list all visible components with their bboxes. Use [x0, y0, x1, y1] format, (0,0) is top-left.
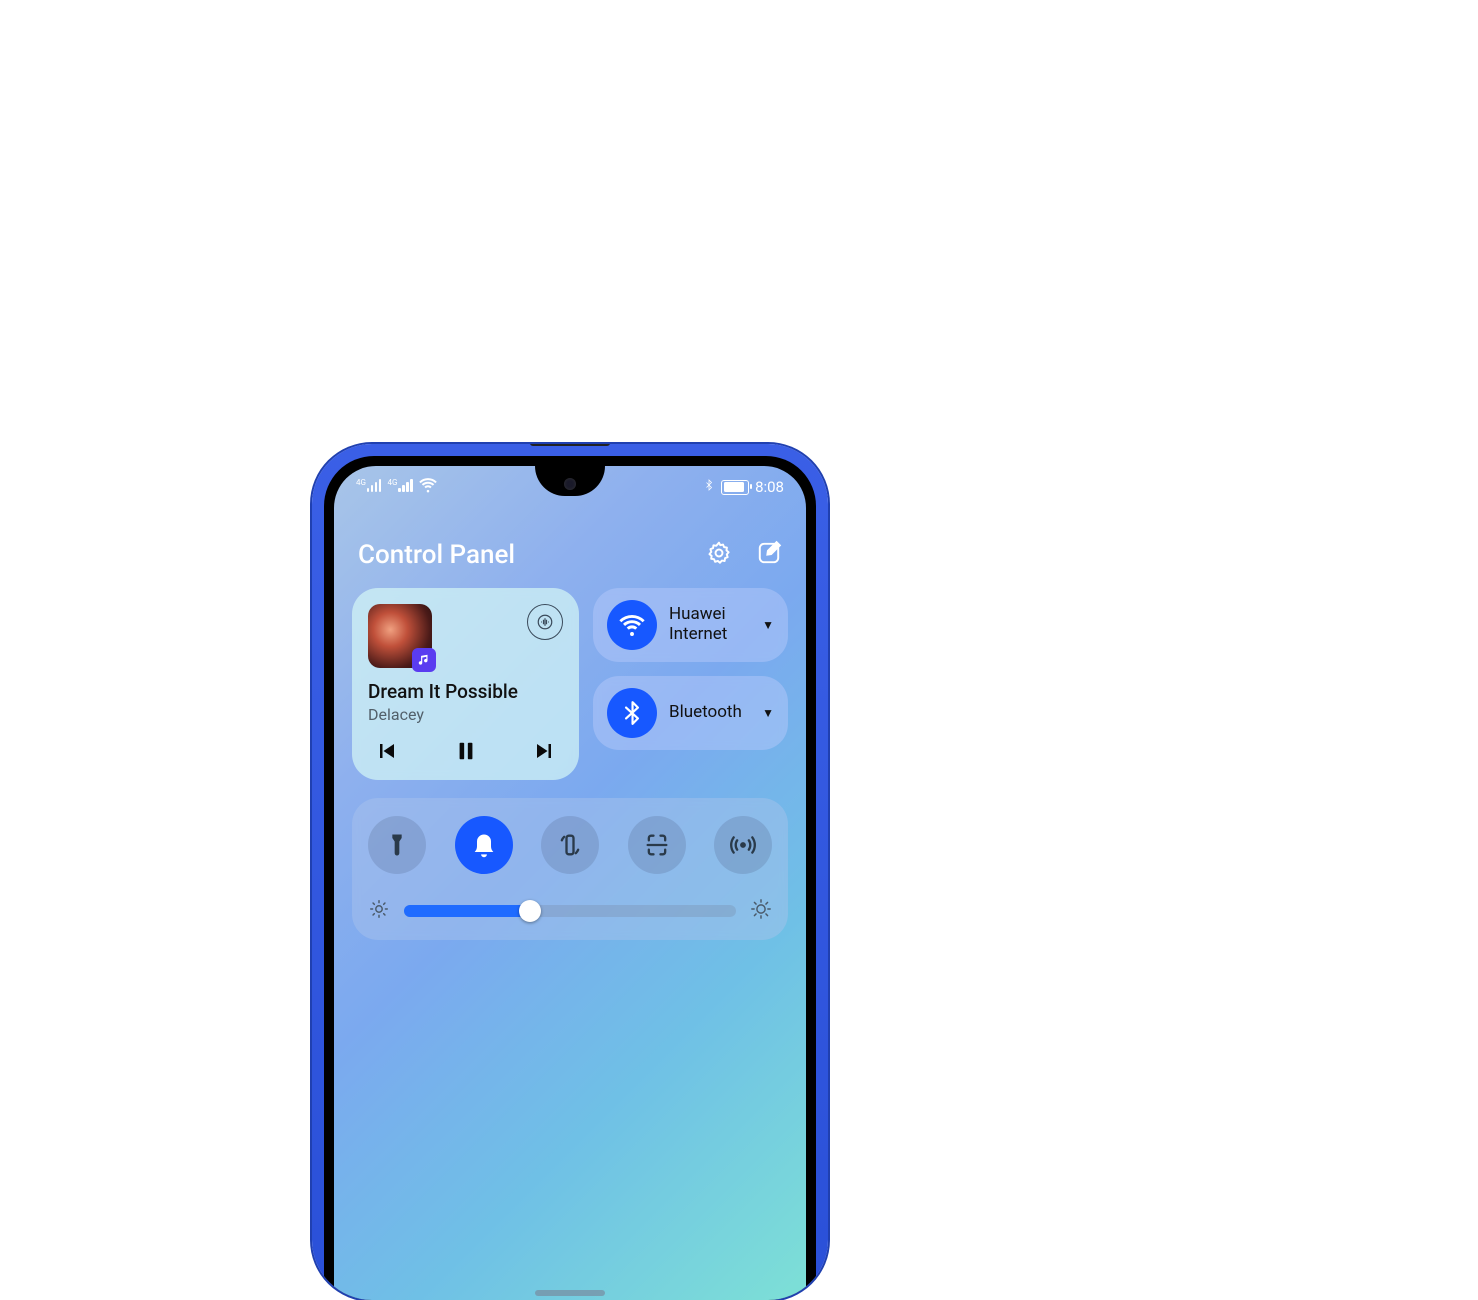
wifi-tile[interactable]: Huawei Internet ▼: [593, 588, 788, 662]
bluetooth-label: Bluetooth: [669, 703, 750, 723]
wifi-label-line1: Huawei: [669, 605, 750, 625]
wifi-label: Huawei Internet: [669, 605, 750, 644]
signal-2: 4G: [387, 478, 412, 496]
prev-track-button[interactable]: [374, 739, 398, 767]
phone-frame: 4G 4G 8:08: [312, 444, 828, 1300]
music-card[interactable]: Dream It Possible Delacey: [352, 588, 579, 780]
status-bar: 4G 4G 8:08: [334, 472, 806, 502]
pause-button[interactable]: [455, 738, 477, 768]
home-indicator[interactable]: [535, 1290, 605, 1296]
phone-bezel: 4G 4G 8:08: [324, 456, 816, 1300]
wifi-status-icon: [419, 476, 437, 498]
clock: 8:08: [755, 478, 784, 496]
speaker-grille: [530, 444, 610, 446]
chevron-down-icon[interactable]: ▼: [762, 618, 774, 632]
gear-icon[interactable]: [706, 540, 732, 570]
auto-rotate-toggle[interactable]: [541, 816, 599, 874]
brightness-low-icon: [368, 898, 390, 924]
quick-toggles-card: [352, 798, 788, 940]
music-app-badge-icon: [412, 648, 436, 672]
brightness-row: [368, 898, 772, 924]
chevron-down-icon[interactable]: ▼: [762, 706, 774, 720]
brightness-high-icon: [750, 898, 772, 924]
page-title: Control Panel: [358, 540, 515, 570]
wifi-icon: [607, 600, 657, 650]
brightness-slider[interactable]: [404, 905, 736, 917]
battery-icon: [721, 480, 749, 495]
edit-icon[interactable]: [756, 540, 782, 570]
bluetooth-tile[interactable]: Bluetooth ▼: [593, 676, 788, 750]
next-track-button[interactable]: [533, 739, 557, 767]
sound-toggle[interactable]: [455, 816, 513, 874]
wifi-label-line2: Internet: [669, 625, 750, 645]
signal-1: 4G: [356, 478, 381, 496]
panel-header: Control Panel: [352, 536, 788, 588]
track-title: Dream It Possible: [368, 680, 563, 703]
bluetooth-status-icon: [703, 478, 715, 496]
screenshot-toggle[interactable]: [628, 816, 686, 874]
screen: 4G 4G 8:08: [334, 466, 806, 1300]
audio-cast-icon[interactable]: [527, 604, 563, 640]
track-artist: Delacey: [368, 705, 563, 724]
bluetooth-icon: [607, 688, 657, 738]
flashlight-toggle[interactable]: [368, 816, 426, 874]
hotspot-toggle[interactable]: [714, 816, 772, 874]
